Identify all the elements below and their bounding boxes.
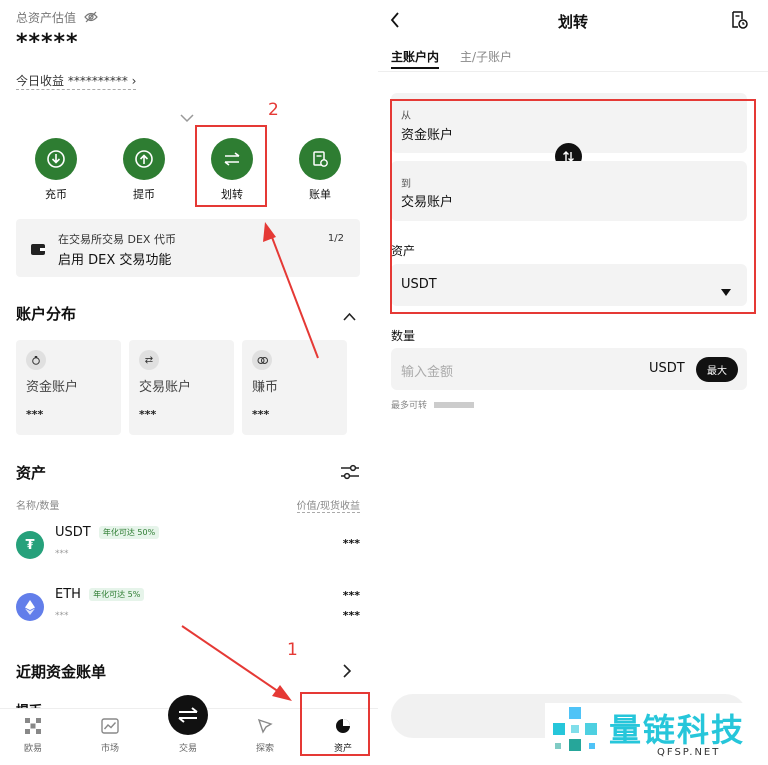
watermark-url: QFSP.NET <box>657 747 721 758</box>
arrow-to-transfer-head <box>263 222 276 242</box>
max-transferable-line: 最多可转 <box>391 398 474 411</box>
amount-placeholder: 输入金额 <box>401 365 454 380</box>
arrow-to-assets-tab <box>181 625 283 695</box>
amount-input[interactable]: 输入金额 USDT 最大 <box>391 348 747 390</box>
active-tab-indicator <box>391 67 439 69</box>
history-icon[interactable] <box>730 11 748 33</box>
tab-within-main-account[interactable]: 主账户内 <box>391 48 439 65</box>
max-transferable-label: 最多可转 <box>391 401 428 411</box>
amount-label: 数量 <box>391 329 416 343</box>
page-title: 划转 <box>557 13 588 31</box>
masked-balance <box>433 402 474 408</box>
amount-unit: USDT <box>649 361 685 376</box>
arrow-to-assets-tab-head <box>272 685 292 701</box>
tabs-divider <box>378 71 768 72</box>
watermark-title: 量链科技 <box>609 711 746 749</box>
watermark-logo-icon <box>553 707 597 751</box>
annotation-box-transfer-form <box>390 99 756 314</box>
arrow-to-transfer <box>269 231 319 359</box>
watermark: 量链科技 QFSP.NET <box>545 703 768 765</box>
transfer-screen: 划转 主账户内 主/子账户 从 资金账户 到 交易账户 资产 USDT 数量 输… <box>378 0 768 765</box>
tab-main-sub-account[interactable]: 主/子账户 <box>460 48 512 65</box>
annotation-arrows <box>181 222 319 701</box>
max-button[interactable]: 最大 <box>696 357 738 382</box>
